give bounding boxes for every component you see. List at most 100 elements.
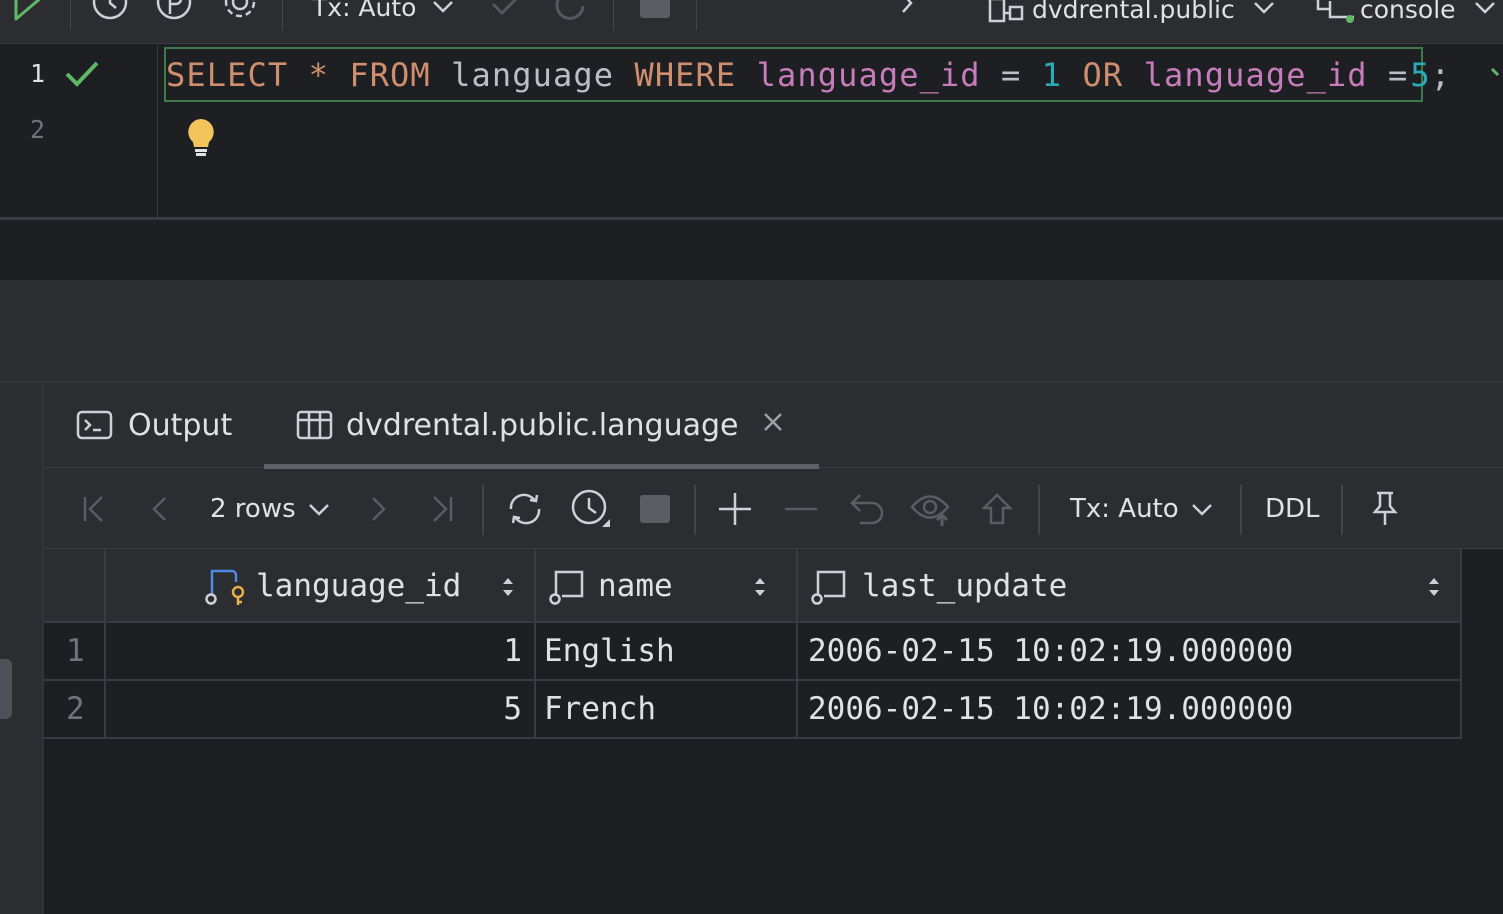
- revert-button[interactable]: [848, 469, 886, 549]
- delete-row-button[interactable]: [782, 469, 820, 549]
- sql-editor[interactable]: 1 2 SELECT * FROM language WHERE languag…: [0, 45, 1503, 217]
- scrollbar-thumb[interactable]: [0, 659, 12, 719]
- refresh-button[interactable]: [504, 469, 546, 549]
- checkmark-icon: [64, 59, 100, 93]
- line-number: 2: [30, 115, 46, 144]
- run-button[interactable]: [12, 0, 46, 24]
- tab-output-label: Output: [128, 407, 233, 443]
- chevron-down-icon: [308, 504, 329, 516]
- submit-icon: [980, 493, 1014, 525]
- column-header-name[interactable]: name: [536, 549, 798, 623]
- table-row[interactable]: 1 1 English 2006-02-15 10:02:19.000000: [44, 623, 1462, 681]
- last-page-button[interactable]: [426, 469, 456, 549]
- rows-count-label: 2 rows: [210, 494, 296, 524]
- table-identifier: language: [430, 55, 635, 94]
- next-page-button[interactable]: [364, 469, 392, 549]
- transaction-mode-dropdown[interactable]: Tx: Auto: [312, 0, 458, 20]
- transaction-mode-label: Tx: Auto: [312, 0, 417, 22]
- preview-changes-button[interactable]: [910, 469, 954, 549]
- session-selector[interactable]: console: [1314, 0, 1500, 23]
- cell-last-update[interactable]: 2006-02-15 10:02:19.000000: [798, 623, 1462, 679]
- submit-button[interactable]: [980, 469, 1014, 549]
- page-size-dropdown[interactable]: 2 rows: [210, 469, 332, 549]
- toolbar-separator: [613, 0, 614, 30]
- chevron-down-icon: [1191, 504, 1212, 516]
- editor-gutter: 1 2: [0, 45, 158, 217]
- rollback-button[interactable]: [555, 0, 589, 24]
- explain-plan-button[interactable]: [156, 0, 192, 24]
- commit-button[interactable]: [490, 0, 524, 24]
- last-page-icon: [433, 496, 453, 522]
- top-toolbar: Tx: Auto dvdrental.public console: [0, 0, 1503, 44]
- lightbulb-icon[interactable]: [184, 117, 218, 163]
- add-row-button[interactable]: [716, 469, 754, 549]
- close-icon[interactable]: [760, 409, 786, 435]
- next-page-icon: [372, 497, 386, 521]
- run-icon: [14, 0, 41, 21]
- cell-language-id[interactable]: 1: [106, 623, 536, 679]
- column-icon: [811, 570, 846, 605]
- tab-result-label: dvdrental.public.language: [346, 407, 739, 443]
- editor-empty-area: [0, 220, 1503, 280]
- stop-button[interactable]: [638, 0, 672, 22]
- column-icon: [549, 570, 584, 605]
- inspection-checkmark-icon: [1490, 63, 1503, 87]
- cell-name[interactable]: French: [536, 681, 798, 737]
- sort-icon[interactable]: [752, 575, 768, 599]
- first-page-button[interactable]: [80, 469, 110, 549]
- ddl-button[interactable]: DDL: [1265, 469, 1320, 549]
- history-button[interactable]: [92, 0, 128, 24]
- result-toolbar: 2 rows Tx: Auto DDL: [44, 469, 1503, 549]
- column-header-language-id[interactable]: language_id: [106, 549, 536, 623]
- number-literal: 5: [1410, 55, 1431, 94]
- console-icon: [1316, 0, 1354, 23]
- transaction-mode-dropdown[interactable]: Tx: Auto: [1070, 469, 1215, 549]
- column-identifier: language_id: [756, 55, 981, 94]
- sql-operator: *: [308, 55, 329, 94]
- terminal-icon: [76, 410, 113, 440]
- tab-result-language[interactable]: dvdrental.public.language: [296, 382, 786, 468]
- previous-page-button[interactable]: [146, 469, 174, 549]
- cancel-query-button[interactable]: [638, 469, 672, 549]
- chevron-down-icon: [433, 0, 454, 13]
- result-grid[interactable]: language_id name last_update 1 1 English…: [44, 549, 1503, 914]
- sort-icon[interactable]: [500, 575, 516, 599]
- query-history-icon: [571, 489, 610, 527]
- sql-keyword: FROM: [349, 55, 431, 94]
- toolbar-separator: [70, 0, 71, 30]
- query-history-button[interactable]: [570, 469, 612, 549]
- result-tabs: Output dvdrental.public.language: [44, 382, 1503, 468]
- more-actions-button[interactable]: [895, 0, 919, 22]
- table-icon: [296, 410, 333, 440]
- pin-tab-button[interactable]: [1368, 469, 1402, 549]
- refresh-icon: [509, 493, 541, 525]
- panel-splitter[interactable]: [0, 280, 1503, 382]
- settings-icon: [224, 0, 256, 18]
- session-label: console: [1360, 0, 1456, 24]
- revert-icon: [850, 494, 884, 525]
- grid-header: language_id name last_update: [44, 549, 1462, 623]
- sql-keyword: WHERE: [634, 55, 737, 94]
- number-literal: 1: [1041, 55, 1063, 94]
- cell-language-id[interactable]: 5: [106, 681, 536, 737]
- line-number: 1: [30, 59, 46, 88]
- schema-selector[interactable]: dvdrental.public: [988, 0, 1279, 23]
- tab-output[interactable]: Output: [76, 382, 232, 468]
- row-number: 2: [44, 681, 106, 737]
- row-number: 1: [44, 623, 106, 679]
- table-row[interactable]: 2 5 French 2006-02-15 10:02:19.000000: [44, 681, 1462, 739]
- cell-last-update[interactable]: 2006-02-15 10:02:19.000000: [798, 681, 1462, 737]
- current-code-line[interactable]: SELECT * FROM language WHERE language_id…: [164, 47, 1450, 102]
- schema-icon: [988, 0, 1024, 23]
- sql-keyword: OR: [1082, 55, 1124, 94]
- code-text: ;: [1430, 55, 1452, 94]
- row-number-header[interactable]: [44, 549, 106, 623]
- chevron-right-icon: [902, 0, 913, 13]
- column-header-last-update[interactable]: last_update: [798, 549, 1462, 623]
- cell-name[interactable]: English: [536, 623, 798, 679]
- sort-icon[interactable]: [1426, 575, 1442, 599]
- settings-button[interactable]: [221, 0, 259, 24]
- toolbar-separator: [1038, 485, 1040, 535]
